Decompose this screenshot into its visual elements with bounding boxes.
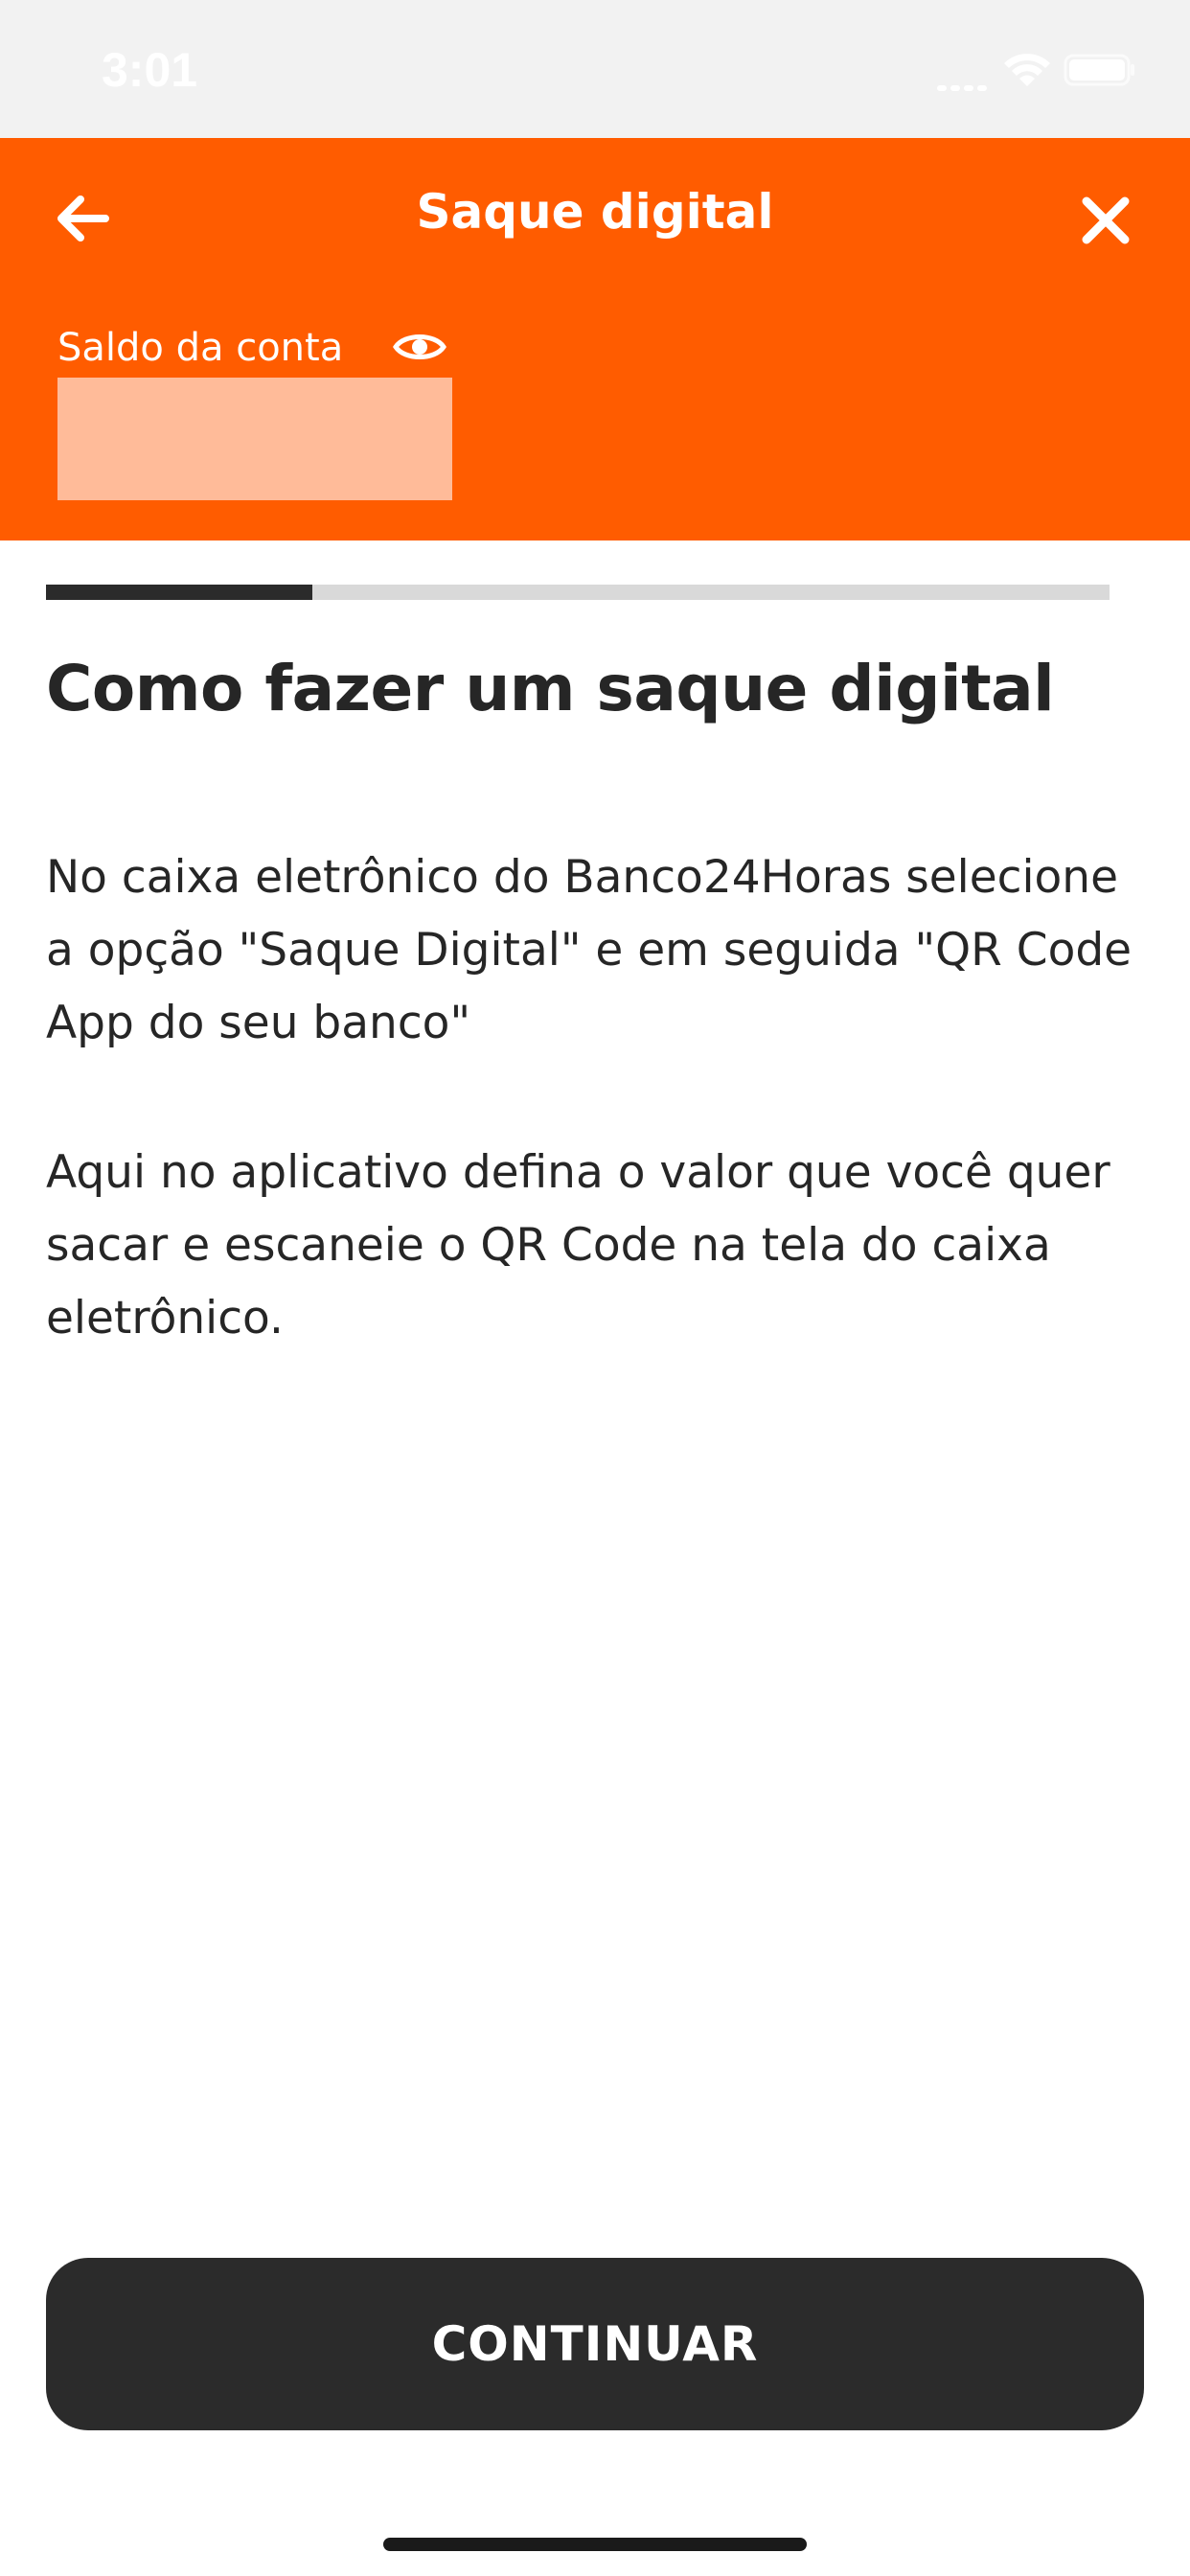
progress-fill (46, 585, 312, 600)
eye-icon[interactable] (393, 328, 446, 366)
status-bar: 3:01 (0, 0, 1190, 138)
continue-button[interactable]: CONTINUAR (46, 2258, 1144, 2430)
battery-icon (1064, 54, 1134, 86)
status-time: 3:01 (102, 43, 198, 97)
page-title: Como fazer um saque digital (46, 652, 1055, 725)
header: Saque digital Saldo da conta (0, 138, 1190, 540)
close-icon[interactable] (1079, 194, 1133, 247)
instruction-paragraph-2: Aqui no aplicativo defina o valor que vo… (46, 1146, 1110, 1345)
balance-label: Saldo da conta (57, 326, 344, 370)
wifi-icon (1004, 54, 1050, 86)
progress-track (46, 585, 1110, 600)
cellular-signal-icon (937, 77, 995, 91)
header-title: Saque digital (416, 184, 774, 240)
balance-value-hidden (57, 378, 452, 500)
instruction-paragraph-1: No caixa eletrônico do Banco24Horas sele… (46, 851, 1133, 1049)
home-indicator (383, 2538, 807, 2551)
screen: 3:01 Saque digital Saldo da conta Como f… (0, 0, 1190, 2576)
